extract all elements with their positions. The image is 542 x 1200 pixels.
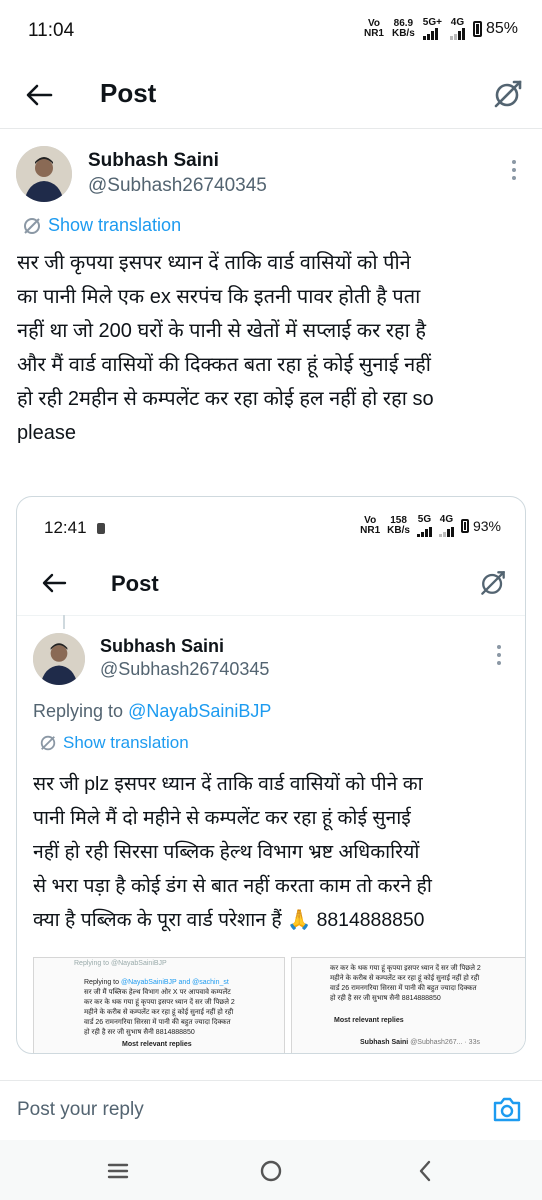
post-text-line: हो रही 2महीन से कम्पलेंट कर रहा कोई हल न…	[17, 388, 434, 410]
status-time: 11:04	[28, 20, 75, 41]
thumb-section-title: Most relevant replies	[334, 1017, 404, 1024]
status-bar: 11:04 Vo NR1 86.9 KB/s 5G+ 4G 85%	[0, 0, 542, 64]
post-text-line: क्या है पब्लिक के पूरा वार्ड परेशान हैं …	[33, 909, 425, 931]
nested-screenshot-right: कर कर के थक गया हूं कृपया इसपर ध्यान दें…	[291, 957, 525, 1053]
status-time: 12:41	[44, 518, 106, 538]
nested-screenshot-left: Replying to @NayabSainiBJP Replying to @…	[33, 957, 285, 1053]
thumb-reply-to: Replying to @NayabSainiBJP and @sachin_s…	[84, 979, 229, 986]
thumb-header: Replying to @NayabSainiBJP	[74, 960, 167, 967]
grok-icon[interactable]	[490, 76, 526, 112]
dot	[497, 661, 501, 665]
back-button[interactable]	[22, 78, 56, 112]
network-type-a: 5G+	[422, 18, 442, 40]
page-title: Post	[100, 78, 157, 108]
signal-bars-icon	[422, 28, 442, 40]
recents-button[interactable]	[101, 1156, 135, 1186]
chevron-left-icon	[419, 1160, 431, 1182]
attached-screenshot[interactable]: 12:41 Vo NR1 158 KB/s 5G 4G 93% Post Sub…	[16, 496, 526, 1054]
battery-icon	[460, 519, 469, 533]
thumb-text: कर कर के थक गया हूं कृपया इसपर ध्यान दें…	[330, 965, 481, 1002]
thread-line	[63, 615, 65, 629]
globe-icon	[40, 735, 56, 751]
system-nav-bar	[0, 1140, 542, 1200]
post-text: सर जी plz इसपर ध्यान दें ताकि वार्ड वासि…	[33, 767, 521, 937]
back-nav-button[interactable]	[408, 1156, 442, 1186]
mention-link: @NayabSainiBJP	[128, 701, 272, 721]
thumb-text: सर जी मैं पब्लिक हेल्थ विभाग ओर X पर आपव…	[84, 989, 235, 1036]
author-name: Subhash Saini	[100, 636, 225, 656]
more-options-icon	[497, 645, 501, 665]
post-text-line: पानी मिले मैं दो महीने से कम्पलेंट कर रह…	[33, 807, 411, 829]
avatar-image	[16, 146, 72, 202]
battery-icon	[472, 21, 482, 37]
reply-composer[interactable]: Post your reply	[0, 1080, 542, 1139]
post-text-line: please	[17, 422, 76, 444]
post-text-line: से भरा पड़ा है कोई डंग से बात नहीं करता …	[33, 875, 432, 897]
carrier-label: Vo NR1	[360, 515, 381, 536]
author-handle[interactable]: @Subhash26740345	[88, 175, 267, 197]
avatar	[33, 633, 85, 685]
more-options-button[interactable]	[512, 160, 516, 180]
author-name[interactable]: Subhash Saini	[88, 150, 219, 172]
page-title: Post	[111, 571, 159, 596]
carrier-label: Vo NR1	[363, 18, 384, 39]
notification-icon	[97, 523, 106, 535]
dot	[512, 160, 516, 164]
post-text-line: नहीं हो रही सिरसा पब्लिक हेल्थ विभाग भ्र…	[33, 841, 420, 863]
globe-icon	[24, 217, 40, 234]
home-button[interactable]	[254, 1156, 288, 1186]
post-text-line: सर जी कृपया इसपर ध्यान दें ताकि वार्ड वा…	[17, 252, 411, 274]
grok-icon	[481, 571, 505, 595]
post-text-line: सर जी plz इसपर ध्यान दें ताकि वार्ड वासि…	[33, 773, 423, 795]
network-type-b: 4G	[449, 18, 465, 40]
battery-indicator: 85%	[472, 20, 518, 38]
status-indicators: Vo NR1 158 KB/s 5G 4G 93%	[360, 515, 501, 537]
header-bar: Post	[0, 64, 542, 126]
network-speed: 158 KB/s	[387, 515, 410, 536]
camera-icon[interactable]	[490, 1093, 524, 1127]
show-translation-label: Show translation	[48, 215, 182, 235]
post-text: सर जी कृपया इसपर ध्यान दें ताकि वार्ड वा…	[17, 246, 529, 450]
home-icon	[260, 1160, 282, 1182]
replying-to: Replying to @NayabSainiBJP	[33, 701, 272, 721]
signal-bars-icon	[416, 525, 432, 537]
back-arrow-icon	[26, 84, 53, 106]
thumb-section-title: Most relevant replies	[122, 1041, 192, 1048]
post-text-line: का पानी मिले एक ex सरपंच कि इतनी पावर हो…	[17, 286, 421, 308]
dot	[497, 653, 501, 657]
battery-indicator: 93%	[460, 518, 501, 534]
post-text-line: और मैं वार्ड वासियों की दिक्कत बता रहा ह…	[17, 354, 431, 376]
recents-icon	[107, 1163, 129, 1179]
author-handle: @Subhash26740345	[100, 659, 270, 679]
network-type-a: 5G	[416, 515, 432, 537]
network-type-b: 4G	[438, 515, 454, 537]
avatar[interactable]	[16, 146, 72, 202]
signal-bars-icon	[449, 28, 465, 40]
header-divider	[0, 128, 542, 129]
avatar-image	[33, 633, 85, 685]
back-arrow-icon	[42, 573, 67, 593]
post-text-line: नहीं था जो 200 घरों के पानी से खेतों में…	[17, 320, 427, 342]
dot	[497, 645, 501, 649]
reply-input[interactable]: Post your reply	[17, 1099, 144, 1121]
show-translation-link: Show translation	[39, 733, 189, 753]
dot	[512, 176, 516, 180]
status-indicators: Vo NR1 86.9 KB/s 5G+ 4G 85%	[364, 18, 518, 40]
network-speed: 86.9 KB/s	[391, 18, 415, 39]
signal-bars-icon	[438, 525, 454, 537]
thumb-reply-author: Subhash Saini @Subhash267... · 33s	[360, 1039, 480, 1046]
dot	[512, 168, 516, 172]
show-translation-link[interactable]: Show translation	[22, 215, 181, 236]
header-divider	[17, 615, 525, 616]
